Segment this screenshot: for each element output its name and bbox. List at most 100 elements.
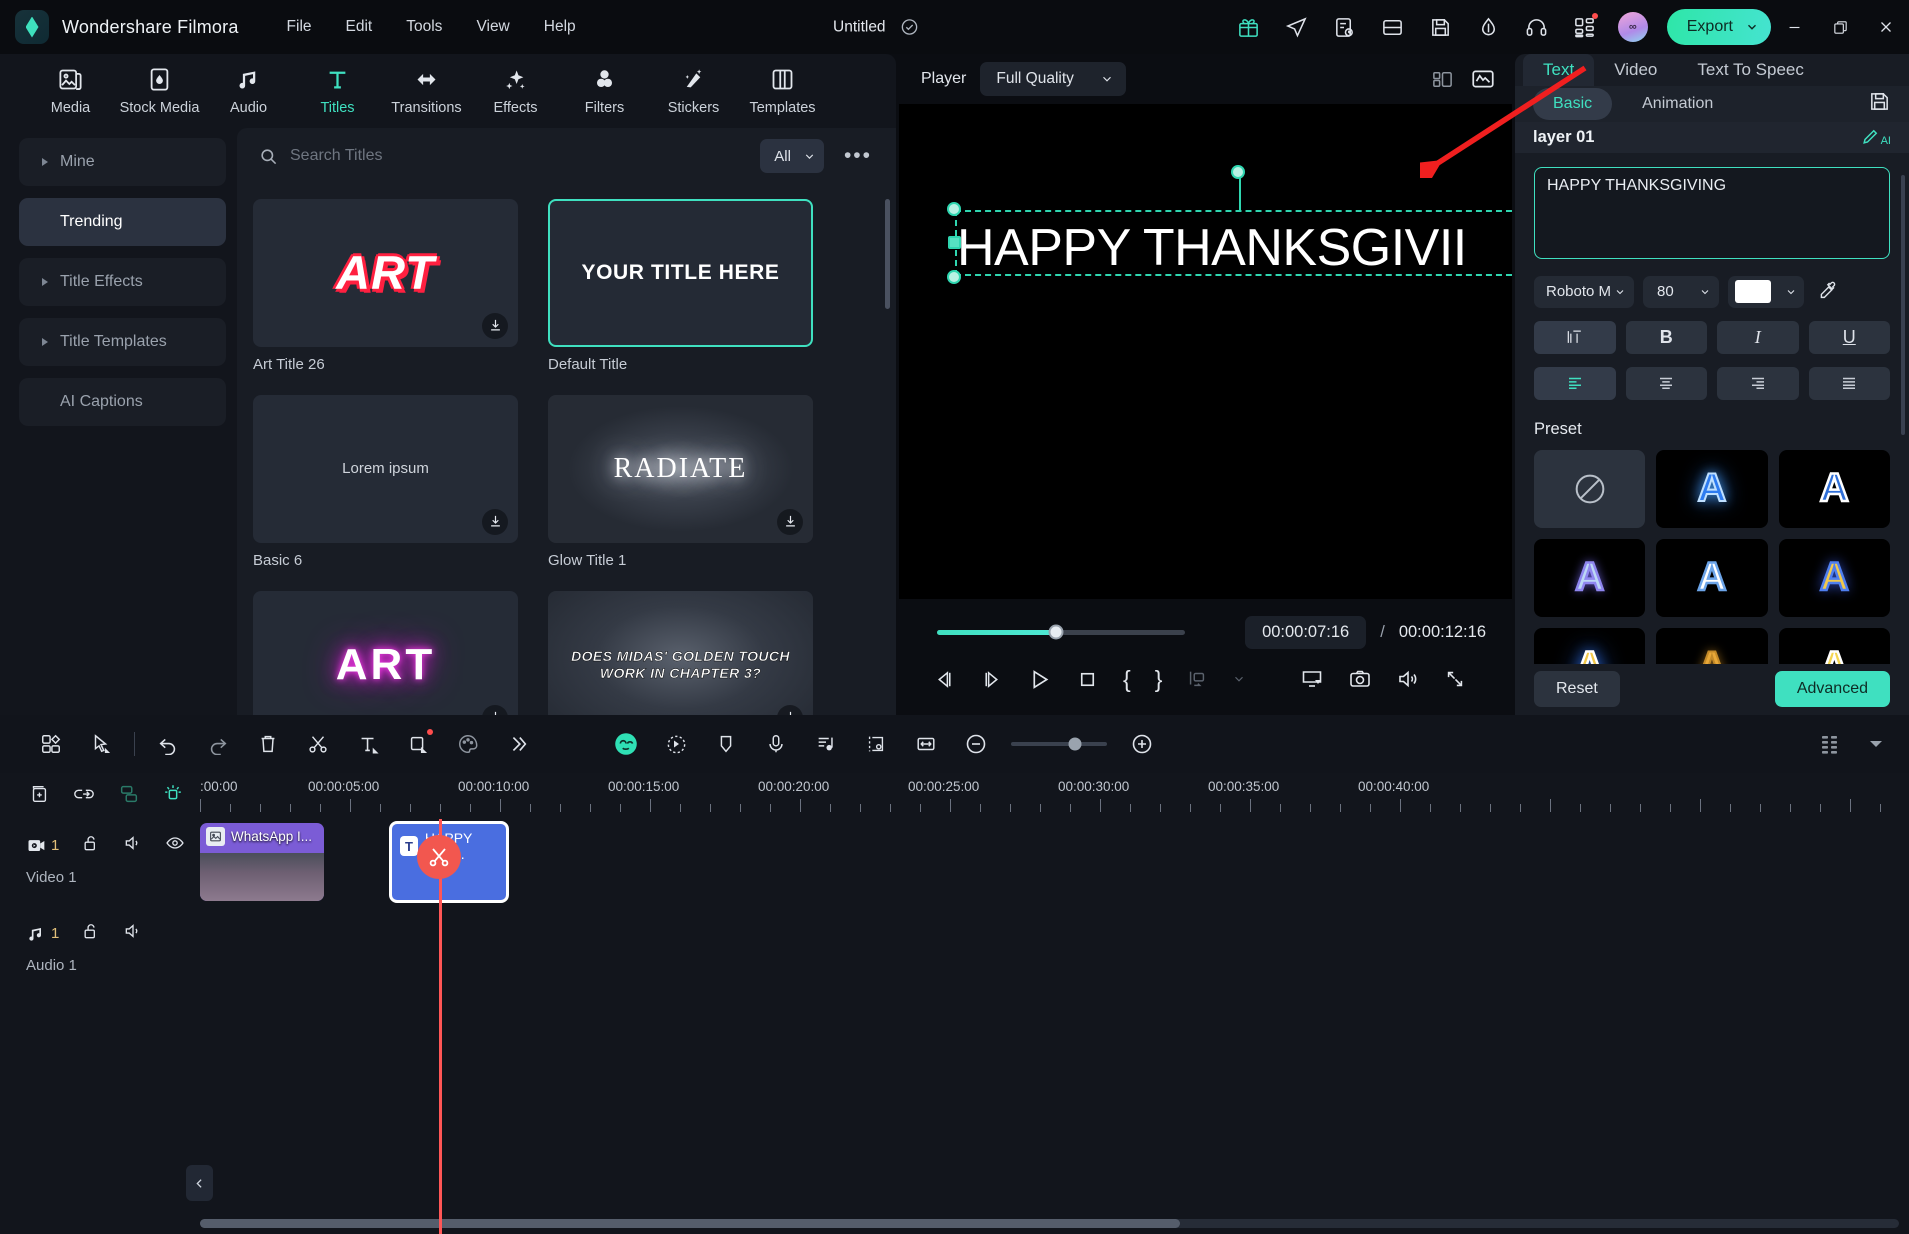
auto-reframe-icon[interactable] — [851, 715, 901, 773]
title-thumbnail-selected[interactable]: YOUR TITLE HERE — [548, 198, 813, 347]
layout-icon[interactable] — [1369, 0, 1417, 54]
mode-titles[interactable]: Titles — [293, 66, 382, 116]
split-view-icon[interactable] — [1431, 68, 1454, 91]
more-tools-icon[interactable] — [493, 715, 543, 773]
mode-filters[interactable]: Filters — [560, 66, 649, 116]
menu-file[interactable]: File — [287, 18, 312, 36]
voiceover-icon[interactable] — [751, 715, 801, 773]
zoom-slider-knob[interactable] — [1068, 737, 1082, 751]
stop-icon[interactable] — [1076, 668, 1099, 691]
reset-button[interactable]: Reset — [1534, 671, 1620, 708]
underline-button[interactable]: U — [1808, 320, 1890, 354]
mode-audio[interactable]: Audio — [204, 66, 293, 116]
font-family-dropdown[interactable]: Roboto M — [1534, 275, 1634, 308]
keyframe-icon[interactable] — [651, 715, 701, 773]
preset-white-blue[interactable]: A — [1656, 538, 1768, 617]
timeline-horizontal-scrollbar[interactable] — [200, 1219, 1899, 1228]
tab-video[interactable]: Video — [1594, 54, 1677, 86]
title-thumbnail[interactable]: DOES MIDAS' GOLDEN TOUCH WORK IN CHAPTER… — [548, 590, 813, 715]
title-thumbnail[interactable]: ART — [253, 590, 518, 715]
eye-icon[interactable] — [165, 833, 185, 858]
prev-frame-icon[interactable] — [933, 668, 956, 691]
search-input[interactable] — [290, 147, 751, 166]
mode-templates[interactable]: Templates — [738, 66, 827, 116]
preset-orange[interactable]: A — [1656, 627, 1768, 664]
mode-transitions[interactable]: Transitions — [382, 66, 471, 116]
unlock-icon[interactable] — [81, 921, 101, 946]
preset-blue-glow[interactable]: A — [1656, 449, 1768, 528]
subtab-basic[interactable]: Basic — [1533, 88, 1613, 121]
playback-progress-bar[interactable] — [937, 624, 1186, 640]
chevron-down-icon[interactable] — [1861, 715, 1891, 773]
eyedropper-icon[interactable] — [1817, 279, 1838, 305]
tab-text[interactable]: Text — [1523, 54, 1595, 87]
download-icon[interactable] — [482, 508, 508, 535]
titles-grid-scroll[interactable]: ART Art Title 26 YOUR TITLE HERE Default… — [237, 185, 896, 715]
title-thumbnail[interactable]: ART — [253, 198, 518, 347]
minimize-button[interactable] — [1771, 0, 1817, 54]
title-thumbnail[interactable]: Lorem ipsum — [253, 394, 518, 543]
play-icon[interactable] — [1027, 667, 1052, 692]
highlight-icon[interactable] — [162, 783, 184, 810]
title-card[interactable]: ART Art Title 26 — [253, 198, 518, 373]
color-tool-icon[interactable] — [443, 715, 493, 773]
split-at-playhead-button[interactable] — [417, 835, 461, 879]
manage-tracks-icon[interactable] — [1805, 715, 1855, 773]
spacing-icon[interactable] — [1534, 320, 1616, 354]
resize-handle-left[interactable] — [948, 236, 961, 249]
layer-row[interactable]: layer 01 AI — [1515, 121, 1909, 153]
drop-icon[interactable] — [1465, 0, 1513, 54]
text-properties-body[interactable]: HAPPY THANKSGIVING Roboto M 80 B I U Pre… — [1515, 153, 1909, 664]
font-size-dropdown[interactable]: 80 — [1643, 275, 1719, 308]
current-time[interactable]: 00:00:07:16 — [1245, 615, 1367, 649]
text-input-box[interactable]: HAPPY THANKSGIVING — [1534, 166, 1890, 259]
task-list-icon[interactable] — [1321, 0, 1369, 54]
text-selection-box[interactable] — [947, 165, 1512, 284]
ruler-scale[interactable]: :00:00 00:00:05:00 00:00:10:00 00:00:15:… — [200, 773, 1909, 819]
add-track-icon[interactable] — [28, 783, 50, 810]
menu-tools[interactable]: Tools — [406, 18, 442, 36]
resize-handle-bottom-left[interactable] — [947, 270, 961, 284]
headset-icon[interactable] — [1513, 0, 1561, 54]
group-icon[interactable] — [118, 783, 140, 810]
chevron-down-icon[interactable] — [1232, 672, 1246, 686]
mute-icon[interactable] — [123, 833, 143, 858]
preset-gold-blue[interactable]: A — [1778, 538, 1890, 617]
export-button[interactable]: Export — [1666, 9, 1771, 45]
category-title-templates[interactable]: Title Templates — [19, 317, 226, 366]
collapse-panel-button[interactable] — [186, 1165, 213, 1201]
snapshot-icon[interactable] — [1348, 667, 1372, 691]
text-tool-icon[interactable] — [343, 715, 393, 773]
preset-gold-bluehalo[interactable]: A — [1534, 627, 1646, 664]
title-card[interactable]: YOUR TITLE HERE Default Title — [548, 198, 813, 373]
menu-view[interactable]: View — [476, 18, 509, 36]
mode-stickers[interactable]: Stickers — [649, 66, 738, 116]
category-title-effects[interactable]: Title Effects — [19, 257, 226, 306]
mode-effects[interactable]: Effects — [471, 66, 560, 116]
mode-media[interactable]: Media — [26, 66, 115, 116]
subtab-animation[interactable]: Animation — [1622, 88, 1733, 120]
title-card[interactable]: DOES MIDAS' GOLDEN TOUCH WORK IN CHAPTER… — [548, 590, 813, 715]
preset-none[interactable] — [1534, 449, 1646, 528]
category-trending[interactable]: Trending — [19, 197, 226, 246]
preview-stage[interactable]: HAPPY THANKSGIVII — [899, 104, 1512, 599]
monitor-icon[interactable] — [1300, 667, 1324, 691]
download-icon[interactable] — [482, 312, 508, 339]
track-area-audio[interactable] — [200, 907, 1909, 995]
video-clip[interactable]: WhatsApp I... — [200, 823, 324, 901]
title-card[interactable]: RADIATE Glow Title 1 — [548, 394, 813, 569]
playhead[interactable] — [417, 819, 461, 1234]
unlock-icon[interactable] — [81, 833, 101, 858]
download-icon[interactable] — [482, 704, 508, 715]
render-preview-icon[interactable] — [1186, 668, 1208, 690]
advanced-button[interactable]: Advanced — [1774, 671, 1890, 708]
ai-pen-icon[interactable]: AI — [1860, 127, 1891, 147]
ai-mask-icon[interactable] — [601, 715, 651, 773]
playback-knob[interactable] — [1048, 624, 1064, 640]
restore-button[interactable] — [1817, 0, 1863, 54]
preset-lightblue-purple[interactable]: A — [1534, 538, 1646, 617]
mark-out-icon[interactable]: } — [1155, 666, 1163, 693]
menu-edit[interactable]: Edit — [346, 18, 373, 36]
save-preset-icon[interactable] — [1868, 90, 1891, 118]
template-icon[interactable] — [26, 715, 76, 773]
